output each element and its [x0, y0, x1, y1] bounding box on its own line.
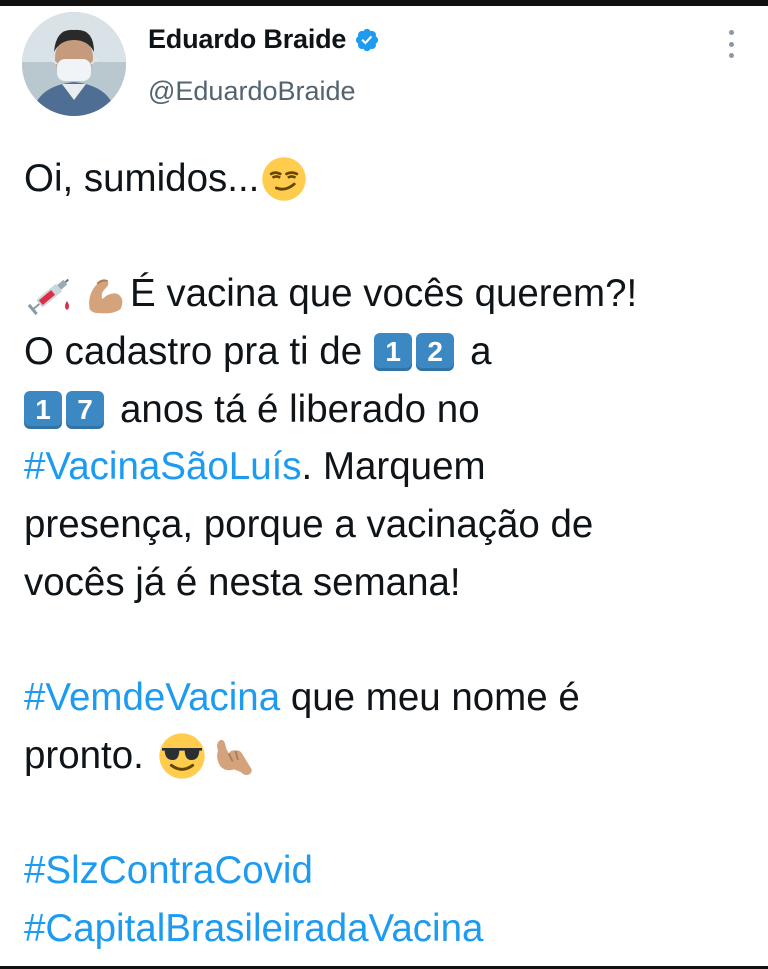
call-me-hand-icon — [216, 739, 252, 775]
author-name[interactable]: Eduardo Braide — [148, 24, 380, 55]
keycap-digit-icon: 2 — [416, 332, 455, 371]
tweet-text-segment: vocês já é nesta semana! — [24, 560, 461, 604]
tweet-line-1: Oi, sumidos... — [24, 150, 754, 208]
tweet-line-6: presença, porque a vacinação de — [24, 496, 754, 554]
tweet-text-segment: anos tá é liberado no — [120, 387, 480, 431]
tweet-text-segment: pronto. — [24, 733, 144, 777]
tweet-text-segment: Oi, sumidos... — [24, 157, 260, 200]
tweet-line-3: O cadastro pra ti de 1 2 a — [24, 323, 754, 381]
drop-of-blood-icon — [65, 301, 69, 311]
syringe-icon — [27, 279, 70, 316]
smiling-face-with-sunglasses-icon — [159, 733, 205, 779]
author-display-name: Eduardo Braide — [148, 24, 347, 54]
avatar-photo — [22, 12, 126, 116]
tweet-text-segment: que meu nome é — [280, 676, 580, 720]
tweet-line-5: #VacinaSãoLuís . Marquem — [24, 438, 754, 496]
verified-badge-icon — [356, 28, 379, 51]
tweet-text-segment: É vacina que vocês querem?! — [130, 272, 638, 316]
keycap-digit-icon: 7 — [66, 390, 104, 429]
tweet-line-2: É vacina que vocês querem?! — [24, 265, 754, 323]
tweet-line-11: #CapitalBrasileiradaVacina — [24, 900, 754, 958]
smirking-face-icon — [262, 157, 307, 201]
keycap-digit-icon: 1 — [24, 390, 62, 429]
flexed-biceps-icon — [89, 279, 123, 314]
tweet-line-4: 1 7 anos tá é liberado no — [24, 381, 754, 439]
hashtag-link[interactable]: #SlzContraCovid — [24, 842, 313, 900]
tweet-text-segment: a — [470, 330, 492, 374]
top-frame-edge — [0, 0, 768, 6]
tweet-text-segment: presença, porque a vacinação de — [24, 503, 594, 547]
tweet-text: Oi, sumidos... É vacina que vocês querem… — [24, 150, 754, 958]
tweet-line-7: vocês já é nesta semana! — [24, 554, 754, 612]
avatar[interactable] — [22, 12, 126, 116]
tweet-line-10: #SlzContraCovid — [24, 842, 754, 900]
tweet-line-8: #VemdeVacina que meu nome é — [24, 669, 754, 727]
hashtag-link[interactable]: #CapitalBrasileiradaVacina — [24, 900, 483, 958]
hashtag-link[interactable]: #VemdeVacina — [24, 669, 280, 727]
keycap-digit-icon: 1 — [374, 332, 413, 371]
tweet-text-segment: O cadastro pra ti de — [24, 330, 363, 374]
tweet-text-segment: . Marquem — [301, 445, 486, 489]
tweet-line-9: pronto. — [24, 727, 754, 785]
more-options-icon[interactable] — [724, 30, 738, 58]
hashtag-link[interactable]: #VacinaSãoLuís — [24, 438, 302, 496]
author-handle[interactable]: @EduardoBraide — [148, 76, 356, 107]
